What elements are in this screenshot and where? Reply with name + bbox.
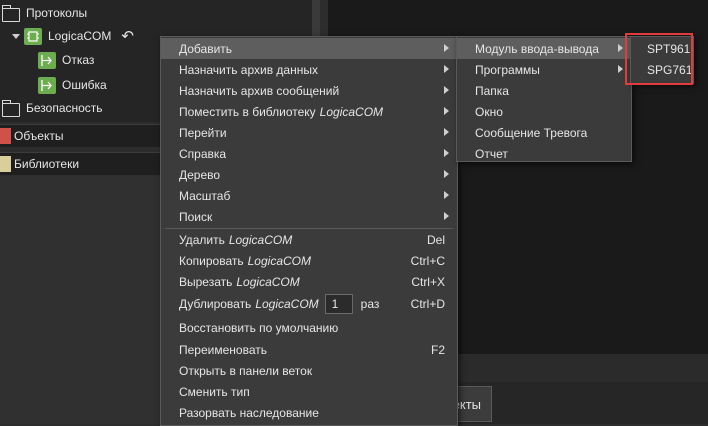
objects-icon xyxy=(0,128,11,144)
menu-label: Справка xyxy=(179,146,227,161)
menu-label: Добавить xyxy=(179,41,233,56)
menu-shortcut: Del xyxy=(426,232,445,247)
menu-item-tree[interactable]: Дерево xyxy=(161,164,457,185)
submenu-arrow-icon xyxy=(618,44,623,52)
duplicate-count-input[interactable]: 1 xyxy=(324,294,353,314)
menu-item-cut[interactable]: Вырезать LogicaCOM Ctrl+X xyxy=(161,271,457,292)
menu-label: Отчет xyxy=(475,146,508,161)
menu-label: Копировать xyxy=(179,253,244,268)
submenu-item-alarm-message[interactable]: Сообщение Тревога xyxy=(457,122,631,143)
folder-icon xyxy=(2,99,20,117)
menu-item-help[interactable]: Справка xyxy=(161,143,457,164)
menu-label: Вырезать xyxy=(179,274,233,289)
folder-icon xyxy=(2,4,20,22)
tree-item-label: Отказ xyxy=(62,53,95,67)
tree-item-logicacom[interactable]: LogicaCOM ↶ xyxy=(12,25,134,47)
menu-item-go-to[interactable]: Перейти xyxy=(161,122,457,143)
submenu-item-io-module[interactable]: Модуль ввода-вывода xyxy=(457,38,631,59)
submenu-arrow-icon xyxy=(444,107,449,115)
context-menu: Добавить Назначить архив данных Назначит… xyxy=(160,36,458,426)
menu-shortcut: F2 xyxy=(430,342,445,357)
menu-item-open-in-branch-panel[interactable]: Открыть в панели веток xyxy=(161,360,457,381)
menu-shortcut: Ctrl+C xyxy=(410,253,445,268)
tree-item-label: LogicaCOM xyxy=(48,29,112,43)
menu-label: Сообщение Тревога xyxy=(475,125,588,140)
menu-item-zoom[interactable]: Масштаб xyxy=(161,185,457,206)
submenu-arrow-icon xyxy=(444,44,449,52)
submenu-arrow-icon xyxy=(618,65,623,73)
tree-item-otkaz[interactable]: Отказ xyxy=(38,49,94,71)
menu-object-name: LogicaCOM xyxy=(228,232,293,247)
submenu-item-folder[interactable]: Папка xyxy=(457,80,631,101)
menu-label: Восстановить по умолчанию xyxy=(179,320,339,335)
menu-label: Дублировать xyxy=(179,297,252,311)
tree-item-security[interactable]: Безопасность xyxy=(2,97,103,119)
menu-item-delete[interactable]: Удалить LogicaCOM Del xyxy=(161,229,457,250)
submenu-item-report[interactable]: Отчет xyxy=(457,143,631,164)
section-label: Объекты xyxy=(14,129,64,143)
menu-item-restore-defaults[interactable]: Восстановить по умолчанию xyxy=(161,317,457,338)
menu-label: Удалить xyxy=(179,232,225,247)
tree-item-label: Ошибка xyxy=(62,78,107,92)
submenu-item-programs[interactable]: Программы xyxy=(457,59,631,80)
menu-label: Дерево xyxy=(179,167,221,182)
submenu-arrow-icon xyxy=(444,149,449,157)
chevron-down-icon[interactable] xyxy=(12,33,20,39)
menu-item-break-inheritance[interactable]: Разорвать наследование xyxy=(161,402,457,423)
menu-item-copy[interactable]: Копировать LogicaCOM Ctrl+C xyxy=(161,250,457,271)
submenu-arrow-icon xyxy=(444,128,449,136)
menu-item-assign-message-archive[interactable]: Назначить архив сообщений xyxy=(161,80,457,101)
add-submenu: Модуль ввода-вывода Программы Папка Окно… xyxy=(456,36,632,162)
menu-item-assign-data-archive[interactable]: Назначить архив данных xyxy=(161,59,457,80)
menu-label: Перейти xyxy=(179,125,227,140)
section-label: Библиотеки xyxy=(14,157,80,171)
menu-label: Поместить в библиотеку xyxy=(179,104,316,119)
menu-label: Окно xyxy=(475,104,503,119)
submenu-arrow-icon xyxy=(444,212,449,220)
tree-item-protocols[interactable]: Протоколы xyxy=(2,2,87,24)
menu-item-duplicate[interactable]: Дублировать LogicaCOM 1 раз Ctrl+D xyxy=(161,292,457,316)
menu-item-add[interactable]: Добавить xyxy=(161,38,457,59)
menu-item-place-in-library[interactable]: Поместить в библиотеку LogicaCOM xyxy=(161,101,457,122)
menu-suffix: раз xyxy=(360,297,380,311)
menu-label: Переименовать xyxy=(179,342,267,357)
menu-item-rename[interactable]: Переименовать F2 xyxy=(161,339,457,360)
submenu-arrow-icon xyxy=(444,65,449,73)
menu-label: Поиск xyxy=(179,209,213,224)
menu-item-change-type[interactable]: Сменить тип xyxy=(161,381,457,402)
tree-item-label: Протоколы xyxy=(26,6,88,20)
output-arrow-icon xyxy=(38,76,56,94)
menu-label: Модуль ввода-вывода xyxy=(475,41,599,56)
menu-label: Назначить архив сообщений xyxy=(179,83,340,98)
submenu-arrow-icon xyxy=(444,191,449,199)
device-chip-icon xyxy=(24,27,42,45)
menu-shortcut: Ctrl+D xyxy=(410,297,445,311)
submenu-arrow-icon xyxy=(444,170,449,178)
menu-label: Программы xyxy=(475,62,540,77)
tree-item-label: Безопасность xyxy=(26,101,103,115)
output-arrow-icon xyxy=(38,51,56,69)
highlight-box xyxy=(625,33,693,85)
menu-label: Масштаб xyxy=(179,188,231,203)
menu-object-name: LogicaCOM xyxy=(319,104,384,119)
submenu-item-window[interactable]: Окно xyxy=(457,101,631,122)
menu-label: Папка xyxy=(475,83,509,98)
menu-label: Разорвать наследование xyxy=(179,405,319,420)
tree-item-oshibka[interactable]: Ошибка xyxy=(38,74,107,96)
menu-item-search[interactable]: Поиск xyxy=(161,206,457,227)
menu-label: Сменить тип xyxy=(179,384,250,399)
menu-object-name: LogicaCOM xyxy=(247,253,311,268)
menu-object-name: LogicaCOM xyxy=(255,297,319,311)
submenu-arrow-icon xyxy=(444,86,449,94)
menu-object-name: LogicaCOM xyxy=(236,274,300,289)
menu-label: Открыть в панели веток xyxy=(179,363,313,378)
library-icon xyxy=(0,156,11,172)
menu-shortcut: Ctrl+X xyxy=(411,274,445,289)
menu-label: Назначить архив данных xyxy=(179,62,318,77)
undo-icon[interactable]: ↶ xyxy=(121,27,134,45)
